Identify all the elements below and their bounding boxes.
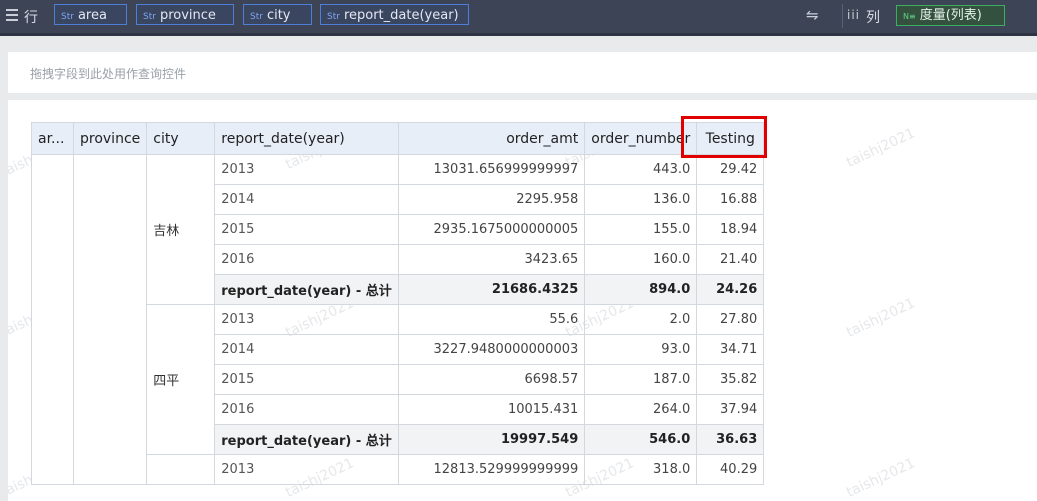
row-field-label: area (77, 8, 107, 23)
testing-cell: 24.26 (696, 274, 765, 305)
order-number-cell: 93.0 (584, 334, 698, 365)
watermark: taishj2021 (844, 295, 918, 341)
row-field-report-date[interactable]: Str report_date(year) (320, 4, 469, 25)
divider (842, 4, 843, 28)
filter-drop-area[interactable]: 拖拽字段到此处用作查询控件 (8, 52, 1037, 93)
year-cell: 2013 (214, 304, 400, 335)
string-type-icon: Str (327, 12, 340, 22)
order-number-cell: 264.0 (584, 394, 698, 425)
pivot-table: ar... province city report_date(year) or… (31, 122, 765, 485)
order-number-cell: 443.0 (584, 154, 698, 185)
string-type-icon: Str (143, 12, 156, 22)
order-number-cell: 546.0 (584, 424, 698, 455)
subtotal-label: report_date(year) - 总计 (214, 274, 400, 305)
watermark: taishj2021 (844, 455, 918, 501)
city-cell: 吉林 (146, 154, 216, 305)
year-cell: 2014 (214, 334, 400, 365)
header-area[interactable]: ar... (31, 122, 74, 155)
testing-cell: 35.82 (696, 364, 765, 395)
order-number-cell: 187.0 (584, 364, 698, 395)
row-field-city[interactable]: Str city (243, 4, 312, 25)
column-field-label: 度量(列表) (919, 8, 982, 23)
order-number-cell: 318.0 (584, 454, 698, 485)
field-toolbar: 行 Str area Str province Str city Str report_… (0, 0, 1037, 36)
year-cell: 2016 (214, 244, 400, 275)
city-cell (146, 454, 216, 485)
columns-label: 列 (866, 10, 880, 26)
testing-cell: 18.94 (696, 214, 765, 245)
watermark: taishj2021 (844, 125, 918, 171)
order-number-cell: 894.0 (584, 274, 698, 305)
year-cell: 2014 (214, 184, 400, 215)
order-number-cell: 160.0 (584, 244, 698, 275)
testing-cell: 40.29 (696, 454, 765, 485)
filter-placeholder: 拖拽字段到此处用作查询控件 (30, 67, 187, 81)
city-cell: 四平 (146, 304, 216, 455)
header-report-date[interactable]: report_date(year) (214, 122, 400, 155)
testing-cell: 37.94 (696, 394, 765, 425)
row-field-province[interactable]: Str province (136, 4, 234, 25)
row-field-label: city (266, 8, 291, 23)
swap-rows-columns-icon[interactable]: ⇋ (806, 6, 819, 24)
row-field-area[interactable]: Str area (54, 4, 127, 25)
string-type-icon: Str (61, 12, 74, 22)
column-field-measures[interactable]: N≡ 度量(列表) (896, 5, 1005, 26)
pivot-table-panel: taishj2021 taishj2021 taishj2021 taishj2… (8, 100, 1037, 501)
testing-cell: 29.42 (696, 154, 765, 185)
testing-cell: 34.71 (696, 334, 765, 365)
order-number-cell: 155.0 (584, 214, 698, 245)
header-testing[interactable]: Testing (696, 122, 765, 155)
year-cell: 2015 (214, 214, 400, 245)
testing-cell: 21.40 (696, 244, 765, 275)
header-city[interactable]: city (146, 122, 216, 155)
testing-cell: 27.80 (696, 304, 765, 335)
order-amt-cell: 19997.549 (398, 424, 586, 455)
order-number-cell: 2.0 (584, 304, 698, 335)
order-amt-cell: 3227.9480000000003 (398, 334, 586, 365)
order-amt-cell: 21686.4325 (398, 274, 586, 305)
order-amt-cell: 55.6 (398, 304, 586, 335)
order-number-cell: 136.0 (584, 184, 698, 215)
header-province[interactable]: province (72, 122, 148, 155)
order-amt-cell: 13031.656999999997 (398, 154, 586, 185)
order-amt-cell: 6698.57 (398, 364, 586, 395)
header-order-amt[interactable]: order_amt (398, 122, 586, 155)
row-field-label: province (159, 8, 216, 23)
columns-icon: iii (847, 8, 861, 22)
area-cell (31, 154, 74, 485)
year-cell: 2016 (214, 394, 400, 425)
testing-cell: 16.88 (696, 184, 765, 215)
table-row: 吉林 2013 13031.656999999997 443.0 29.42 (31, 154, 765, 485)
order-amt-cell: 3423.65 (398, 244, 586, 275)
order-amt-cell: 2935.1675000000005 (398, 214, 586, 245)
order-amt-cell: 10015.431 (398, 394, 586, 425)
rows-label: 行 (24, 10, 38, 26)
number-type-icon: N≡ (903, 12, 916, 21)
rows-icon (6, 9, 20, 23)
year-cell: 2015 (214, 364, 400, 395)
province-cell (72, 154, 148, 485)
subtotal-label: report_date(year) - 总计 (214, 424, 400, 455)
header-row: ar... province city report_date(year) or… (31, 122, 765, 155)
row-field-label: report_date(year) (343, 8, 459, 23)
year-cell: 2013 (214, 154, 400, 185)
year-cell: 2013 (214, 454, 400, 485)
header-order-number[interactable]: order_number (584, 122, 698, 155)
order-amt-cell: 2295.958 (398, 184, 586, 215)
testing-cell: 36.63 (696, 424, 765, 455)
string-type-icon: Str (250, 12, 263, 22)
order-amt-cell: 12813.529999999999 (398, 454, 586, 485)
